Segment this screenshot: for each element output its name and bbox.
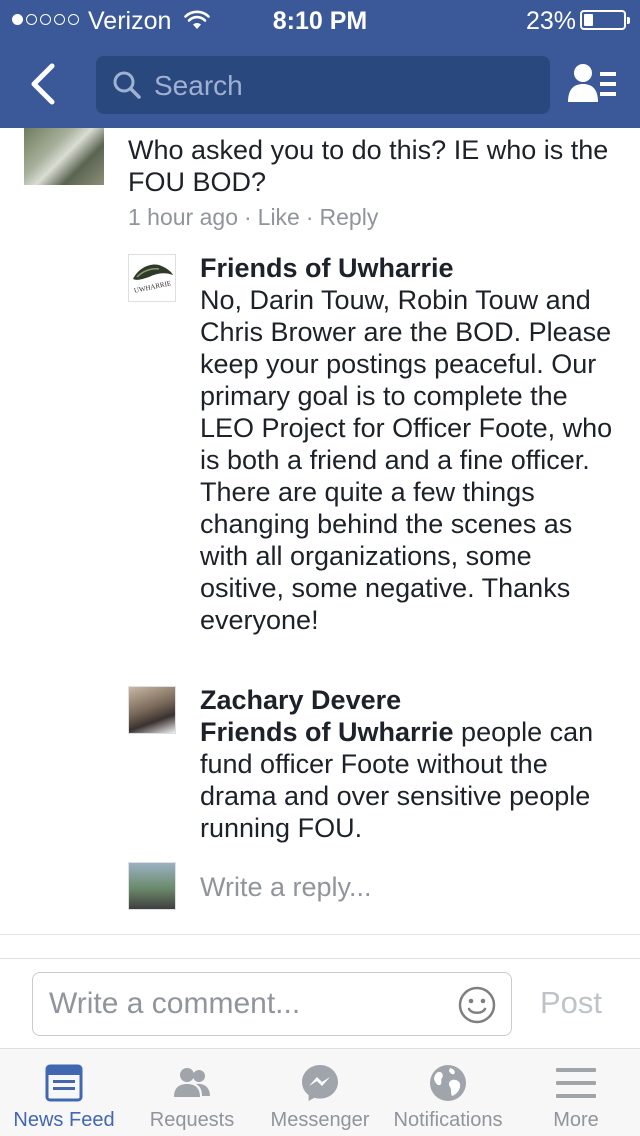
reply-author-name[interactable]: Zachary Devere <box>200 684 401 716</box>
tab-news-feed[interactable]: News Feed <box>0 1049 128 1136</box>
reply-text: No, Darin Touw, Robin Touw and Chris Bro… <box>200 285 613 635</box>
friends-of-uwharrie-avatar[interactable]: UWHARRIE <box>128 254 176 302</box>
write-reply-input[interactable]: Write a reply... <box>200 872 372 903</box>
menu-icon <box>556 1068 596 1098</box>
tab-label: Messenger <box>270 1109 370 1131</box>
news-feed-icon <box>45 1064 83 1102</box>
divider <box>0 934 640 935</box>
divider <box>0 958 640 959</box>
tab-label: Requests <box>149 1109 235 1131</box>
uwharrie-logo: UWHARRIE <box>133 264 173 295</box>
reply-author-name[interactable]: Friends of Uwharrie <box>200 252 454 284</box>
mention-link[interactable]: Friends of Uwharrie <box>200 717 454 747</box>
messenger-icon <box>302 1065 338 1101</box>
requests-icon <box>174 1068 210 1097</box>
comment-placeholder: Write a comment... <box>49 987 301 1020</box>
battery-percentage: 23% <box>526 7 577 35</box>
status-bar: Verizon 8:10 PM 23% <box>0 0 640 40</box>
tab-notifications[interactable]: Notifications <box>384 1049 512 1136</box>
search-input[interactable]: Search <box>96 56 550 114</box>
post-button[interactable]: Post <box>540 985 602 1021</box>
search-placeholder: Search <box>154 70 243 101</box>
search-icon <box>113 71 141 99</box>
comment-text: Who asked you to do this? IE who is the … <box>128 135 609 197</box>
top-bar: Verizon 8:10 PM 23% Search <box>0 0 640 128</box>
zachary-devere-avatar[interactable] <box>128 686 176 734</box>
globe-icon <box>430 1065 466 1101</box>
smiley-icon[interactable] <box>457 985 497 1025</box>
commenter-avatar[interactable] <box>24 128 104 185</box>
tab-label: More <box>553 1109 599 1131</box>
svg-text:UWHARRIE: UWHARRIE <box>133 279 172 295</box>
current-user-avatar <box>128 862 176 910</box>
tab-bar: News Feed Requests Messenger Notificatio… <box>0 1048 640 1136</box>
tab-label: Notifications <box>393 1109 503 1131</box>
comment-meta: 1 hour ago · Like · Reply <box>128 204 379 230</box>
reply-link[interactable]: Reply <box>320 204 379 230</box>
reply-text: Friends of Uwharrie people can fund offi… <box>200 716 620 844</box>
tab-messenger[interactable]: Messenger <box>256 1049 384 1136</box>
battery-icon <box>580 10 630 30</box>
comment-time: 1 hour ago <box>128 204 238 230</box>
chevron-left-icon[interactable] <box>24 62 64 106</box>
tab-requests[interactable]: Requests <box>128 1049 256 1136</box>
comment-input[interactable]: Write a comment... <box>32 972 512 1036</box>
like-link[interactable]: Like <box>258 204 300 230</box>
friend-list-icon[interactable] <box>566 62 618 106</box>
tab-label: News Feed <box>13 1109 115 1131</box>
tab-more[interactable]: More <box>512 1049 640 1136</box>
